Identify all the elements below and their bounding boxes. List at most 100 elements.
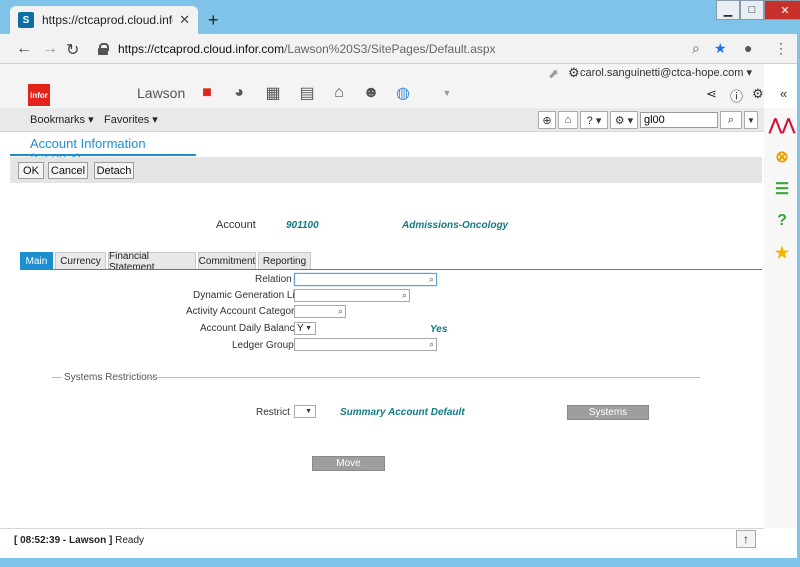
close-tab-icon[interactable]: ✕ <box>179 12 190 28</box>
daily-balance-value: Y <box>297 323 304 334</box>
bank-icon[interactable]: ⌂ <box>328 82 350 104</box>
lookup-icon[interactable]: ⌕ <box>429 339 434 350</box>
url-field[interactable]: https://ctcaprod.cloud.infor.com/Lawson%… <box>92 38 740 60</box>
activity-category-label: Activity Account Category <box>186 306 300 317</box>
chevron-down-icon: ▼ <box>305 408 312 415</box>
relation-label: Relation <box>255 274 292 285</box>
new-document-button[interactable]: ⊕ <box>538 111 556 129</box>
ledger-group-field[interactable]: ⌕ <box>294 338 437 351</box>
globe-icon[interactable]: ◍ <box>392 82 414 104</box>
browser-tab[interactable]: S https://ctcaprod.cloud.infor.com ✕ <box>10 6 198 34</box>
ledger-group-label: Ledger Group <box>232 340 294 351</box>
form-title[interactable]: Account Information (GL00.4) <box>10 136 196 166</box>
people-icon[interactable]: ☻ <box>360 82 382 104</box>
share-icon[interactable]: ⋖ <box>706 86 717 102</box>
daily-balance-description: Yes <box>430 324 448 335</box>
favorites-menu[interactable]: Favorites ▾ <box>104 113 158 126</box>
url-host: https://ctcaprod.cloud.infor.com <box>118 42 285 56</box>
account-description: Admissions-Oncology <box>402 220 509 231</box>
search-input[interactable] <box>640 112 718 128</box>
infor-ming-icon[interactable]: ⋀⋀ <box>769 114 795 136</box>
home-button[interactable]: ⌂ <box>558 111 578 129</box>
cancel-button[interactable]: Cancel <box>48 162 88 179</box>
new-tab-icon[interactable]: + <box>208 10 219 31</box>
daily-balance-select[interactable]: Y ▼ <box>294 322 316 335</box>
right-sidebar: ⋀⋀ ⊗ ☰ ? ★ <box>764 108 800 528</box>
lookup-icon[interactable]: ⌕ <box>429 274 434 285</box>
apps-icon[interactable]: ■ <box>196 82 218 104</box>
bookmark-star-icon[interactable]: ★ <box>714 40 727 57</box>
scroll-top-button[interactable]: ↑ <box>736 530 756 548</box>
systems-button[interactable]: Systems <box>567 405 649 420</box>
restrict-select[interactable]: ▼ <box>294 405 316 418</box>
calculator-icon[interactable]: ▦ <box>262 82 284 104</box>
reload-icon[interactable]: ↻ <box>66 40 79 60</box>
address-bar: ← → ↻ https://ctcaprod.cloud.infor.com/L… <box>0 34 800 64</box>
tab-reporting[interactable]: Reporting <box>258 252 311 270</box>
bookmarks-label: Bookmarks <box>30 114 86 126</box>
relation-field[interactable]: ⌕ <box>294 273 437 286</box>
url-path: /Lawson%20S3/SitePages/Default.aspx <box>284 42 496 56</box>
settings-icon[interactable]: ⚙ <box>568 65 580 81</box>
bookmarks-menu[interactable]: Bookmarks ▾ <box>30 113 94 126</box>
form-action-bar: OK Cancel Detach <box>10 157 762 183</box>
help-document-icon[interactable]: ? <box>770 210 794 232</box>
maximize-window-button[interactable]: □ <box>740 0 764 20</box>
window-frame <box>0 558 800 567</box>
document-icon[interactable]: ▤ <box>296 82 318 104</box>
browser-titlebar: S https://ctcaprod.cloud.infor.com ✕ + ▁… <box>0 0 800 34</box>
dynamic-generation-label: Dynamic Generation List <box>193 290 303 301</box>
daily-balance-label: Account Daily Balance <box>200 323 301 334</box>
tab-currency[interactable]: Currency <box>55 252 106 270</box>
lookup-icon[interactable]: ⌕ <box>402 290 407 301</box>
search-options-button[interactable]: ▼ <box>744 111 758 129</box>
sharepoint-icon: S <box>18 12 34 28</box>
menu-icon[interactable]: ⋮ <box>774 40 788 57</box>
section-divider <box>148 377 700 378</box>
favorites-label: Favorites <box>104 114 150 126</box>
detach-button[interactable]: Detach <box>94 162 134 179</box>
back-icon[interactable]: ← <box>16 40 32 58</box>
pie-chart-icon[interactable]: ◕ <box>228 82 250 104</box>
collapse-sidebar-icon[interactable]: « <box>780 86 787 101</box>
move-button[interactable]: Move <box>312 456 385 471</box>
tools-button[interactable]: ⚙ ▾ <box>610 111 638 129</box>
ok-button[interactable]: OK <box>18 162 44 179</box>
infor-logo: infor <box>28 84 50 106</box>
bookmarks-bar: Bookmarks ▾ Favorites ▾ ⊕ ⌂ ? ▾ ⚙ ▾ ⌕ ▼ <box>0 108 764 132</box>
more-apps-chevron-icon[interactable]: ▼ <box>436 82 458 104</box>
systems-restrictions-heading: Systems Restrictions <box>64 372 158 383</box>
restrict-description: Summary Account Default <box>340 407 465 418</box>
profile-icon[interactable]: ● <box>744 40 752 56</box>
status-state: Ready <box>115 535 145 546</box>
options-gear-icon[interactable]: ⚙ <box>752 86 764 102</box>
user-menu[interactable]: carol.sanguinetti@ctca-hope.com ▾ <box>580 66 752 79</box>
close-window-button[interactable]: ✕ <box>764 0 800 20</box>
zoom-icon[interactable]: ⌕ <box>692 40 700 57</box>
dynamic-generation-field[interactable]: ⌕ <box>294 289 410 302</box>
binoculars-icon[interactable]: ⊗ <box>770 146 794 168</box>
tab-underline <box>20 269 762 270</box>
status-time: [ 08:52:39 - Lawson ] <box>14 535 113 546</box>
tab-commitment[interactable]: Commitment <box>198 252 256 270</box>
account-value: 901100 <box>286 220 319 231</box>
pop-out-icon[interactable]: ⬈ <box>548 66 559 82</box>
minimize-window-button[interactable]: ▁ <box>716 0 740 20</box>
tab-financial-statement[interactable]: Financial Statement <box>108 251 196 273</box>
lookup-icon[interactable]: ⌕ <box>338 306 343 317</box>
forward-icon[interactable]: → <box>42 40 58 58</box>
status-message: [ 08:52:39 - Lawson ] Ready <box>14 535 144 546</box>
tab-title: https://ctcaprod.cloud.infor.com <box>42 13 173 27</box>
help-button[interactable]: ? ▾ <box>580 111 608 129</box>
favorites-star-icon[interactable]: ★ <box>770 242 794 264</box>
account-label: Account <box>216 219 256 231</box>
search-button[interactable]: ⌕ <box>720 111 742 129</box>
restrict-label: Restrict <box>256 407 290 418</box>
app-name: Lawson <box>137 85 186 101</box>
activity-category-field[interactable]: ⌕ <box>294 305 346 318</box>
lock-icon <box>98 43 109 55</box>
app-header: infor Lawson ■ ◕ ▦ ▤ ⌂ ☻ ◍ ▼ ⬈ ⚙ carol.s… <box>0 64 764 108</box>
list-icon[interactable]: ☰ <box>770 178 794 200</box>
tab-main[interactable]: Main <box>20 252 53 270</box>
info-icon[interactable]: ⓘ <box>730 86 743 105</box>
